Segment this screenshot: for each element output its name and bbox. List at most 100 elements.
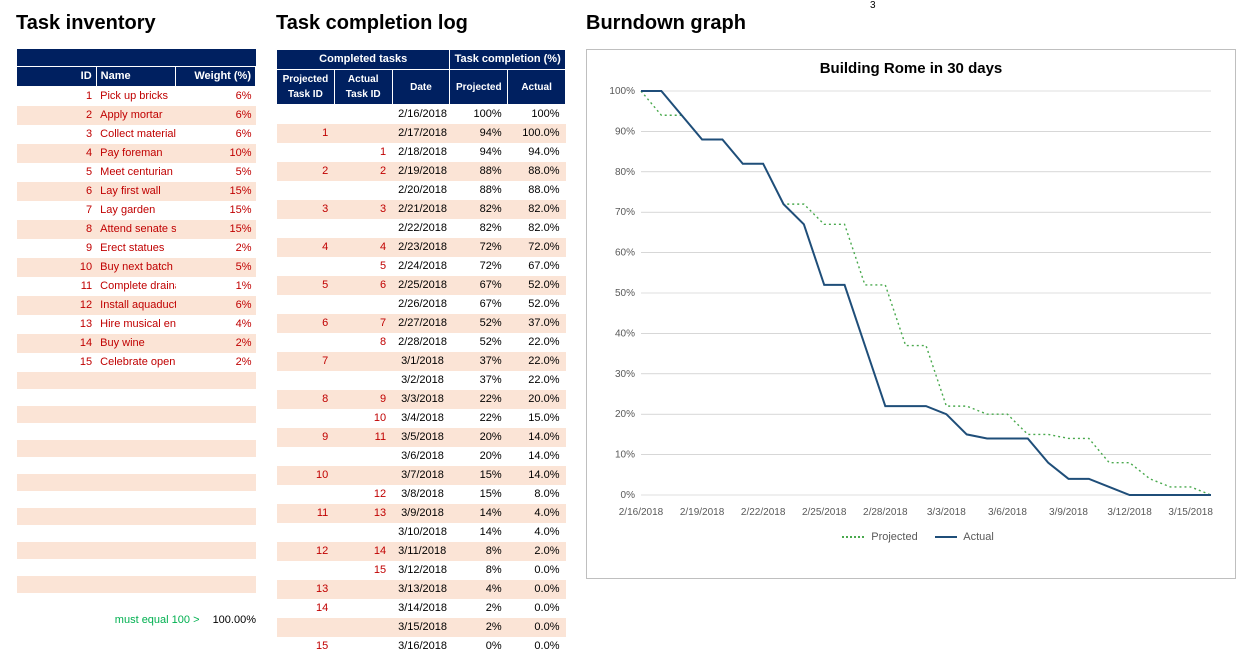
hdr-act-id[interactable]: Actual Task ID — [334, 70, 392, 105]
cell-weight[interactable]: 2% — [176, 353, 256, 372]
inventory-row-empty[interactable] — [17, 440, 256, 457]
cell-proj[interactable]: 67% — [450, 276, 508, 295]
cell-date[interactable]: 3/7/2018 — [392, 466, 450, 485]
cell-id[interactable]: 5 — [17, 163, 97, 182]
cell-proj[interactable]: 2% — [450, 599, 508, 618]
inventory-row[interactable]: 6Lay first wall15% — [17, 182, 256, 201]
cell-date[interactable]: 3/13/2018 — [392, 580, 450, 599]
cell-weight[interactable]: 15% — [176, 182, 256, 201]
cell-id[interactable]: 15 — [17, 353, 97, 372]
cell-name[interactable]: Pay foreman — [96, 144, 176, 163]
cell-act[interactable]: 4.0% — [508, 504, 566, 523]
inventory-row[interactable]: 4Pay foreman10% — [17, 144, 256, 163]
cell-date[interactable]: 3/4/2018 — [392, 409, 450, 428]
cell-act-id[interactable] — [334, 599, 392, 618]
cell-act[interactable]: 0.0% — [508, 618, 566, 637]
cell-name[interactable]: Meet centurian — [96, 163, 176, 182]
log-row[interactable]: 2/16/2018100%100% — [277, 105, 566, 125]
cell-name[interactable]: Erect statues — [96, 239, 176, 258]
cell-date[interactable]: 3/6/2018 — [392, 447, 450, 466]
cell-act[interactable]: 88.0% — [508, 181, 566, 200]
cell-proj[interactable]: 0% — [450, 637, 508, 656]
inventory-row-empty[interactable] — [17, 457, 256, 474]
inventory-row-empty[interactable] — [17, 423, 256, 440]
cell-id[interactable]: 11 — [17, 277, 97, 296]
cell-proj[interactable]: 88% — [450, 162, 508, 181]
cell-act-id[interactable]: 2 — [334, 162, 392, 181]
log-row[interactable]: 143/14/20182%0.0% — [277, 599, 566, 618]
cell-act-id[interactable]: 13 — [334, 504, 392, 523]
inventory-row[interactable]: 8Attend senate session15% — [17, 220, 256, 239]
cell-name[interactable]: Pick up bricks — [96, 86, 176, 106]
cell-act-id[interactable]: 10 — [334, 409, 392, 428]
cell-act[interactable]: 82.0% — [508, 219, 566, 238]
cell-act[interactable]: 100% — [508, 105, 566, 125]
log-row[interactable]: 12143/11/20188%2.0% — [277, 542, 566, 561]
cell-weight[interactable]: 15% — [176, 201, 256, 220]
log-row[interactable]: 103/4/201822%15.0% — [277, 409, 566, 428]
cell-weight[interactable]: 6% — [176, 296, 256, 315]
inventory-row-empty[interactable] — [17, 576, 256, 593]
cell-proj[interactable]: 14% — [450, 504, 508, 523]
cell-act-id[interactable]: 7 — [334, 314, 392, 333]
cell-proj-id[interactable]: 5 — [277, 276, 335, 295]
cell-proj[interactable]: 22% — [450, 390, 508, 409]
cell-proj-id[interactable] — [277, 143, 335, 162]
cell-date[interactable]: 2/24/2018 — [392, 257, 450, 276]
cell-proj[interactable]: 52% — [450, 314, 508, 333]
cell-date[interactable]: 2/18/2018 — [392, 143, 450, 162]
cell-act[interactable]: 100.0% — [508, 124, 566, 143]
cell-proj[interactable]: 4% — [450, 580, 508, 599]
inventory-row[interactable]: 1Pick up bricks6% — [17, 86, 256, 106]
cell-date[interactable]: 3/16/2018 — [392, 637, 450, 656]
cell-proj[interactable]: 37% — [450, 371, 508, 390]
cell-id[interactable]: 1 — [17, 86, 97, 106]
cell-id[interactable]: 7 — [17, 201, 97, 220]
cell-proj-id[interactable] — [277, 295, 335, 314]
cell-proj[interactable]: 94% — [450, 124, 508, 143]
cell-act-id[interactable]: 12 — [334, 485, 392, 504]
cell-proj-id[interactable]: 3 — [277, 200, 335, 219]
cell-weight[interactable]: 4% — [176, 315, 256, 334]
cell-act[interactable]: 0.0% — [508, 561, 566, 580]
cell-proj[interactable]: 72% — [450, 238, 508, 257]
log-row[interactable]: 3/2/201837%22.0% — [277, 371, 566, 390]
inventory-row[interactable]: 3Collect materials6% — [17, 125, 256, 144]
inventory-row[interactable]: 5Meet centurian5% — [17, 163, 256, 182]
cell-proj[interactable]: 88% — [450, 181, 508, 200]
inventory-row-empty[interactable] — [17, 508, 256, 525]
cell-act[interactable]: 0.0% — [508, 637, 566, 656]
cell-id[interactable]: 6 — [17, 182, 97, 201]
cell-weight[interactable]: 5% — [176, 163, 256, 182]
cell-proj-id[interactable] — [277, 485, 335, 504]
cell-proj-id[interactable]: 4 — [277, 238, 335, 257]
cell-weight[interactable]: 1% — [176, 277, 256, 296]
log-row[interactable]: 15 3/16/20180%0.0% — [277, 637, 566, 656]
log-row[interactable]: 222/19/201888%88.0% — [277, 162, 566, 181]
cell-proj-id[interactable]: 15 — [277, 637, 335, 656]
log-row[interactable]: 672/27/201852%37.0% — [277, 314, 566, 333]
cell-act-id[interactable]: 8 — [334, 333, 392, 352]
inventory-row[interactable]: 15Celebrate opening2% — [17, 353, 256, 372]
cell-act[interactable]: 4.0% — [508, 523, 566, 542]
cell-name[interactable]: Install aquaduct — [96, 296, 176, 315]
cell-date[interactable]: 3/15/2018 — [392, 618, 450, 637]
cell-proj-id[interactable] — [277, 561, 335, 580]
cell-name[interactable]: Attend senate session — [96, 220, 176, 239]
cell-proj-id[interactable] — [277, 409, 335, 428]
cell-date[interactable]: 2/22/2018 — [392, 219, 450, 238]
cell-act[interactable]: 52.0% — [508, 295, 566, 314]
cell-name[interactable]: Collect materials — [96, 125, 176, 144]
cell-proj[interactable]: 72% — [450, 257, 508, 276]
cell-proj-id[interactable] — [277, 257, 335, 276]
inventory-row-empty[interactable] — [17, 372, 256, 389]
cell-proj-id[interactable]: 14 — [277, 599, 335, 618]
cell-act[interactable]: 22.0% — [508, 352, 566, 371]
cell-proj-id[interactable] — [277, 523, 335, 542]
log-row[interactable]: 3/10/201814%4.0% — [277, 523, 566, 542]
cell-act[interactable]: 14.0% — [508, 428, 566, 447]
inventory-row-empty[interactable] — [17, 542, 256, 559]
cell-act-id[interactable] — [334, 295, 392, 314]
cell-date[interactable]: 2/17/2018 — [392, 124, 450, 143]
cell-proj[interactable]: 52% — [450, 333, 508, 352]
